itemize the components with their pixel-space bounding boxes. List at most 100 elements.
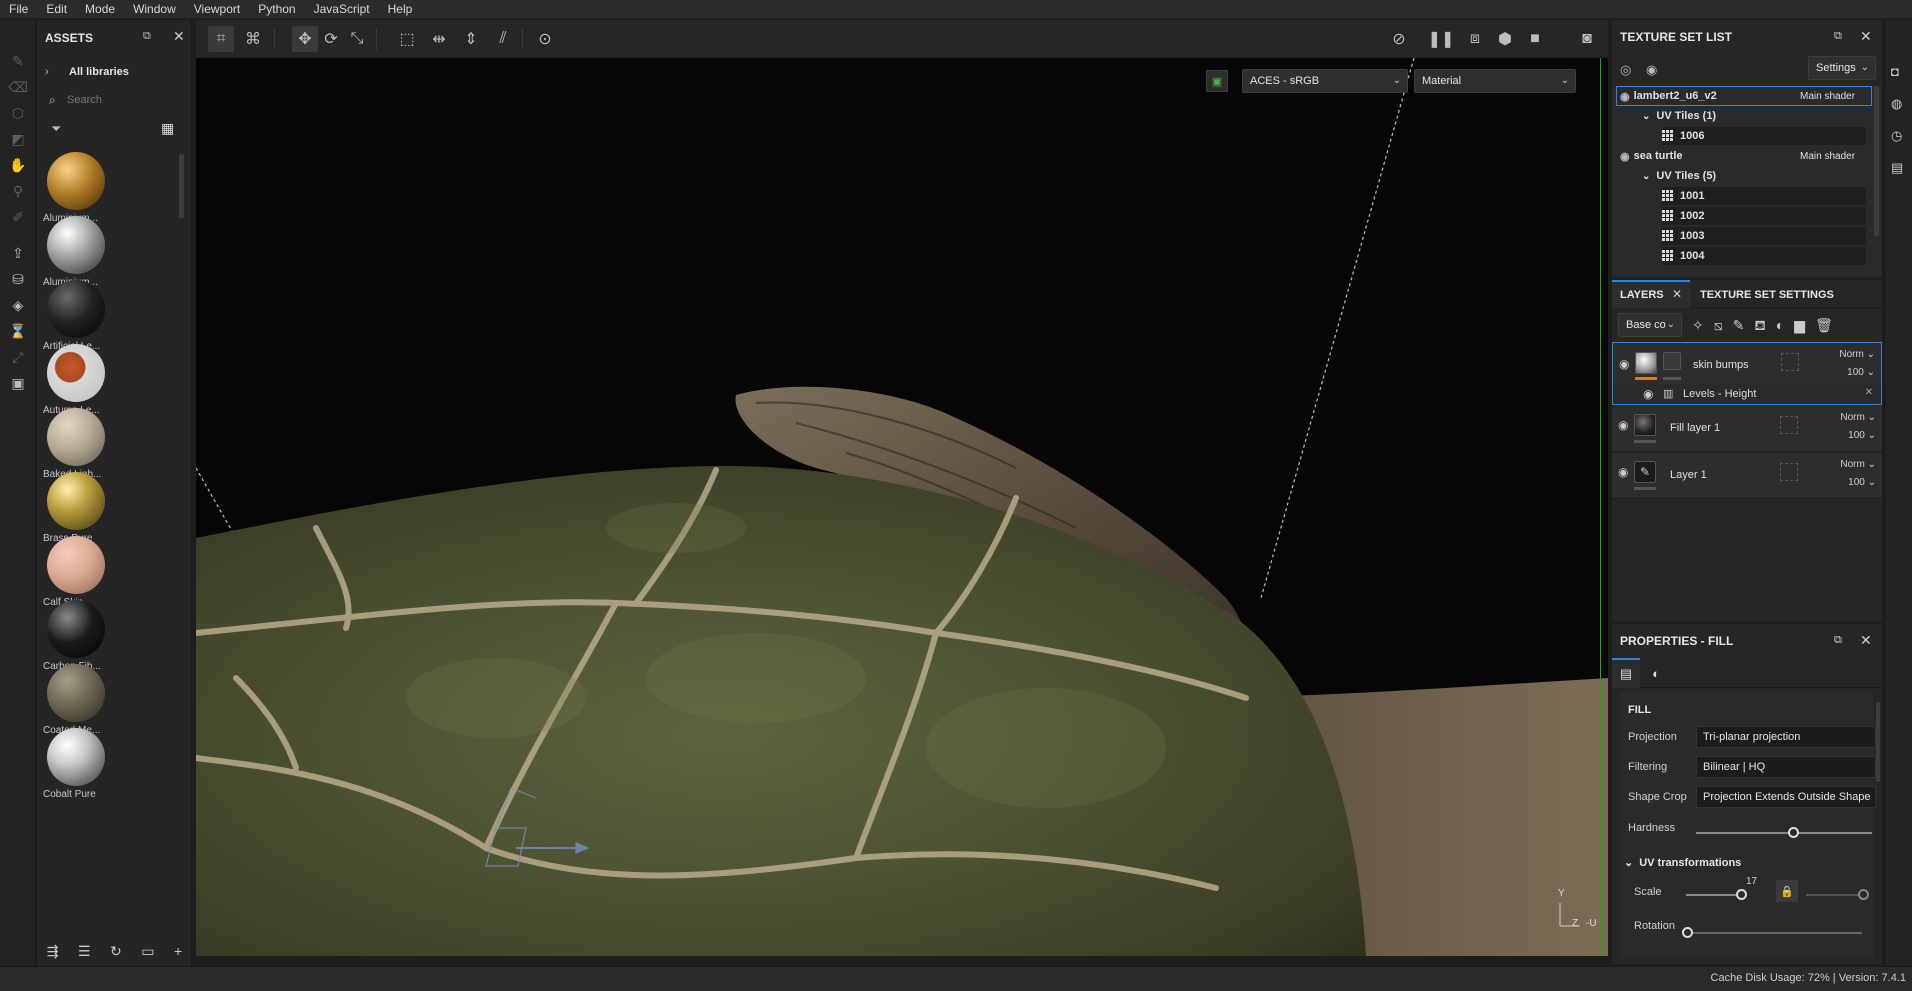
uv-tile-row[interactable]: 1006 [1662, 127, 1866, 145]
material-icon[interactable]: ◐ [1642, 658, 1670, 688]
channel-dropdown[interactable]: Base co ⌄ [1618, 313, 1682, 337]
shape-crop-dropdown[interactable]: Projection Extends Outside Shape [1696, 786, 1876, 808]
mask-thumbnail[interactable] [1663, 352, 1681, 370]
close-icon[interactable]: ✕ [1860, 632, 1872, 649]
fill-settings-icon[interactable]: ▤ [1612, 658, 1640, 688]
uv-icon[interactable]: ⤢ [7, 346, 29, 368]
visibility-toggle-icon[interactable]: ◎ [1620, 62, 1631, 78]
menu-python[interactable]: Python [249, 0, 304, 18]
settings-dropdown[interactable]: Settings ⌄ [1808, 56, 1876, 80]
filter-icon[interactable]: ⏷ [51, 121, 61, 137]
import-icon[interactable]: ⇶ [47, 943, 59, 960]
lock-icon[interactable]: 🔒 [1776, 880, 1798, 902]
effect-row[interactable]: ◉ ▥ Levels - Height ✕ [1613, 384, 1881, 404]
filtering-dropdown[interactable]: Bilinear | HQ [1696, 756, 1876, 778]
split-view-icon[interactable]: ⧈ [1462, 26, 1488, 52]
texture-set-icon[interactable]: ◈ [7, 294, 29, 316]
layer-thumbnail[interactable] [1635, 352, 1657, 374]
hardness-slider-track[interactable] [1696, 832, 1872, 834]
3d-viewport[interactable]: Y Z -U ▣ ACES - sRGB ⌄ Material ⌄ [196, 58, 1608, 956]
scale-v-slider-track[interactable] [1806, 894, 1864, 896]
shader-settings-icon[interactable]: ◍ [1891, 96, 1902, 112]
camera-settings-icon[interactable]: ▣ [7, 372, 29, 394]
blend-mode[interactable]: Norm ⌄ [1840, 412, 1876, 423]
opacity[interactable]: 100 ⌄ [1848, 430, 1876, 441]
rotate-icon[interactable]: ⟳ [318, 26, 344, 52]
menu-javascript[interactable]: JavaScript [305, 0, 379, 18]
display-mode-dropdown[interactable]: Material ⌄ [1414, 69, 1576, 93]
eye-icon[interactable]: ◉ [1646, 62, 1657, 78]
menu-file[interactable]: File [0, 0, 37, 18]
export-icon[interactable]: ⇪ [7, 242, 29, 264]
layer-row-skin-bumps[interactable]: ◉ skin bumps Norm ⌄ 100 ⌄ ◉ ▥ Levels - H… [1612, 342, 1882, 405]
layer-row-fill-layer[interactable]: ◉ Fill layer 1 Norm ⌄ 100 ⌄ [1612, 406, 1882, 452]
bake-icon[interactable]: ⛁ [7, 268, 29, 290]
rotation-slider-track[interactable] [1686, 932, 1862, 934]
scale-v-slider-handle[interactable] [1858, 889, 1869, 900]
uv-tile-row[interactable]: 1002 [1662, 207, 1866, 225]
eye-icon[interactable]: ◉ [1619, 357, 1629, 371]
uv-tiles-group[interactable]: ⌄ UV Tiles (5) [1642, 167, 1716, 185]
hardness-slider-handle[interactable] [1788, 827, 1799, 838]
chevron-right-icon[interactable]: › [45, 66, 49, 78]
texture-set-list-icon[interactable]: ◘ [1891, 64, 1899, 79]
fill-layer-icon[interactable]: ⛾ [1754, 317, 1765, 336]
hide-icon[interactable]: ⊘ [1386, 26, 1412, 52]
uv-tiles-group[interactable]: ⌄ UV Tiles (1) [1642, 107, 1716, 125]
log-icon[interactable]: ▤ [1891, 160, 1903, 176]
folder-icon[interactable]: ▆ [1794, 317, 1805, 336]
opacity[interactable]: 100 ⌄ [1847, 367, 1875, 378]
eye-icon[interactable]: ◉ [1618, 418, 1628, 432]
add-icon[interactable]: + [174, 943, 182, 959]
brush-icon[interactable]: ✎ [1634, 461, 1656, 483]
layer-row-layer-1[interactable]: ◉ ✎ Layer 1 Norm ⌄ 100 ⌄ [1612, 453, 1882, 499]
menu-help[interactable]: Help [379, 0, 422, 18]
delete-icon[interactable]: 🗑 [1815, 317, 1833, 336]
display-settings-icon[interactable]: ⌛ [7, 320, 29, 342]
picker-tool-icon[interactable]: ✐ [7, 206, 29, 228]
menu-edit[interactable]: Edit [37, 0, 76, 18]
folder-icon[interactable]: ▭ [141, 943, 154, 960]
list-icon[interactable]: ☰ [78, 943, 91, 960]
scale-slider-handle[interactable] [1736, 889, 1747, 900]
box-icon[interactable]: ⬚ [394, 26, 420, 52]
uv-tile-row[interactable]: 1003 [1662, 227, 1866, 245]
close-icon[interactable]: ✕ [173, 28, 185, 45]
camera-icon[interactable]: ■ [1522, 26, 1548, 52]
menu-window[interactable]: Window [124, 0, 185, 18]
mirror-y-icon[interactable]: ⇕ [458, 26, 484, 52]
projection-dropdown[interactable]: Tri-planar projection [1696, 726, 1876, 748]
search-input[interactable] [67, 91, 187, 109]
eraser-tool-icon[interactable]: ⌫ [7, 76, 29, 98]
brush-tool-icon[interactable]: ✎ [7, 50, 29, 72]
crop-transform-icon[interactable]: ⌗ [208, 26, 234, 52]
close-icon[interactable]: ✕ [1672, 287, 1682, 301]
blend-mode[interactable]: Norm ⌄ [1839, 349, 1875, 360]
history-icon[interactable]: ⊙ [532, 26, 558, 52]
uv-tile-row[interactable]: 1001 [1662, 187, 1866, 205]
scale-icon[interactable]: ⤡ [344, 26, 370, 52]
paint-layer-icon[interactable]: ✎ [1733, 317, 1745, 336]
eye-icon[interactable]: ◉ [1620, 90, 1630, 103]
uv-transformations-header[interactable]: ⌄ UV transformations [1624, 856, 1741, 869]
history-icon[interactable]: ◷ [1891, 128, 1902, 144]
remove-effect-icon[interactable]: ✕ [1865, 387, 1873, 398]
library-selector[interactable]: All libraries [69, 66, 129, 78]
layer-thumbnail[interactable] [1634, 414, 1656, 436]
snap-icon[interactable]: ⫽ [490, 26, 516, 52]
clone-tool-icon[interactable]: ⚲ [7, 180, 29, 202]
asset-item[interactable]: Cobalt Pure [43, 728, 123, 806]
rotation-slider-handle[interactable] [1682, 927, 1693, 938]
eye-icon[interactable]: ◉ [1620, 150, 1630, 163]
colorspace-dropdown[interactable]: ACES - sRGB ⌄ [1242, 69, 1408, 93]
uv-tile-row[interactable]: 1004 [1662, 247, 1866, 265]
uv-transform-icon[interactable]: ⌘ [240, 26, 266, 52]
refresh-icon[interactable]: ↻ [110, 943, 122, 960]
smudge-tool-icon[interactable]: ✋ [7, 154, 29, 176]
undock-icon[interactable]: ⧉ [1834, 30, 1842, 43]
close-icon[interactable]: ✕ [1860, 28, 1872, 45]
projection-tool-icon[interactable]: ⬡ [7, 102, 29, 124]
move-icon[interactable]: ✥ [292, 26, 318, 52]
effects-icon[interactable]: ✧ [1692, 317, 1704, 336]
grid-view-icon[interactable]: ▦ [161, 120, 174, 137]
